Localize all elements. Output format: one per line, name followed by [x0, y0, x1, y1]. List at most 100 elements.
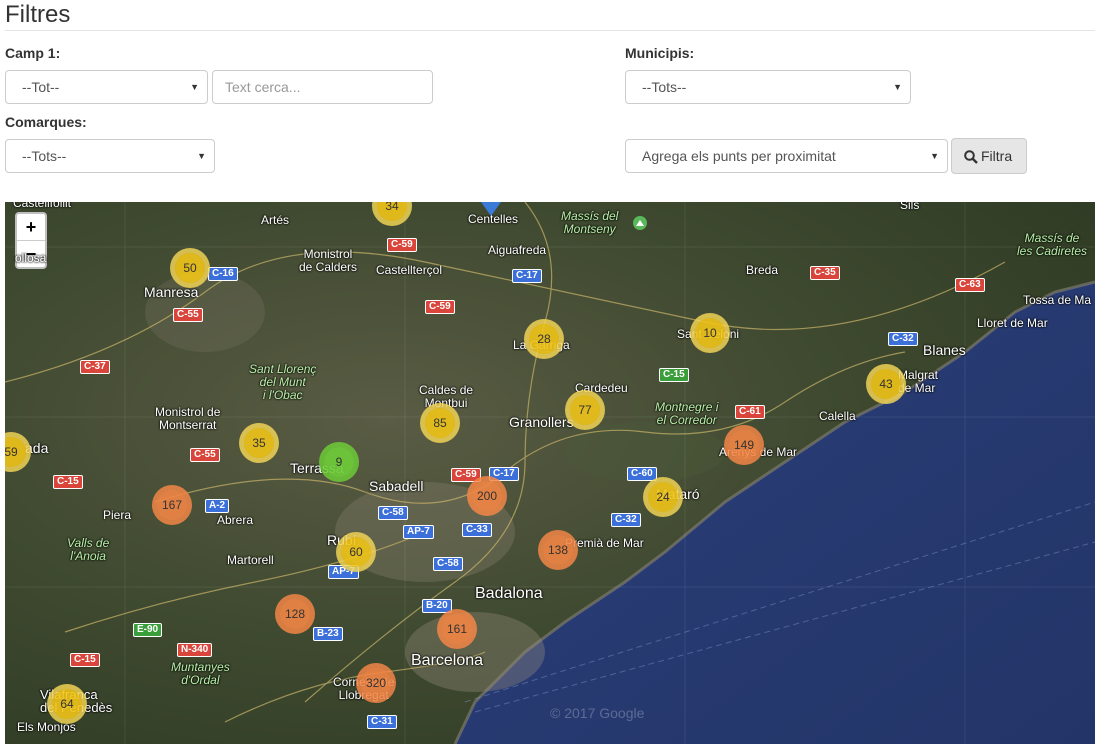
road-badge: B-23: [313, 627, 343, 641]
filter-button-label: Filtra: [981, 148, 1013, 164]
map-cluster-count: 28: [529, 324, 559, 354]
place-label: Badalona: [475, 585, 543, 602]
comarques-label: Comarques:: [5, 114, 87, 130]
road-badge: C-55: [173, 308, 203, 322]
map-cluster[interactable]: 167: [152, 485, 192, 525]
map-cluster[interactable]: 77: [565, 390, 605, 430]
place-label: Calella: [819, 409, 856, 423]
map-cluster-count: 10: [695, 318, 725, 348]
map-cluster-count: 64: [52, 689, 82, 719]
place-label: Granollers: [509, 414, 574, 430]
municipis-label: Municipis:: [625, 45, 695, 61]
place-label: Monistrol de Montserrat: [155, 405, 221, 432]
map-cluster[interactable]: 128: [275, 594, 315, 634]
place-label: Piera: [103, 508, 132, 522]
place-label: Lloret de Mar: [977, 316, 1048, 330]
place-label: Massís de les Cadiretes: [1017, 231, 1088, 258]
map-cluster-count: 200: [472, 481, 502, 511]
map-cluster-count: 149: [729, 430, 759, 460]
road-badge: C-31: [367, 715, 397, 729]
map-cluster-count: 138: [543, 535, 573, 565]
map-cluster-count: 43: [871, 369, 901, 399]
map-cluster[interactable]: 149: [724, 425, 764, 465]
map-cluster-count: 59: [5, 437, 26, 467]
map-cluster[interactable]: 64: [47, 684, 87, 724]
map-cluster[interactable]: 24: [643, 477, 683, 517]
place-label: Sabadell: [369, 478, 424, 494]
map-cluster[interactable]: 60: [336, 532, 376, 572]
camp1-select-value: --Tot--: [22, 79, 60, 95]
title-divider: [5, 30, 1095, 31]
place-label: Sils: [900, 202, 920, 212]
place-label: Martorell: [227, 553, 274, 567]
road-badge: C-17: [512, 269, 542, 283]
place-label: Tossa de Ma: [1023, 293, 1092, 307]
municipis-select[interactable]: --Tots-- ▼: [625, 70, 911, 104]
chevron-down-icon: ▼: [893, 82, 902, 92]
place-label: Massís del Montseny: [561, 209, 619, 236]
zoom-in-button[interactable]: +: [17, 214, 45, 240]
road-badge: C-15: [659, 368, 689, 382]
comarques-select-value: --Tots--: [22, 148, 67, 164]
map-cluster-count: 34: [377, 202, 407, 221]
map-cluster-count: 128: [280, 599, 310, 629]
chevron-down-icon: ▼: [190, 82, 199, 92]
map-watermark: © 2017 Google: [550, 705, 645, 721]
map-cluster-count: 167: [157, 490, 187, 520]
map-cluster[interactable]: 50: [170, 248, 210, 288]
place-label: Monistrol de Calders: [299, 247, 358, 274]
road-badge: C-33: [462, 523, 492, 537]
place-label: Aiguafreda: [488, 243, 547, 257]
map-cluster[interactable]: 43: [866, 364, 906, 404]
comarques-select[interactable]: --Tots-- ▼: [5, 139, 215, 173]
mountain-peak-icon: [633, 216, 647, 230]
map-marker-icon: [481, 202, 501, 216]
search-input[interactable]: Text cerca...: [212, 70, 433, 104]
place-label: ollosa: [15, 251, 47, 265]
filter-button[interactable]: Filtra: [951, 138, 1027, 174]
municipis-select-value: --Tots--: [642, 79, 687, 95]
place-label: Breda: [746, 263, 779, 277]
map-cluster[interactable]: 35: [239, 423, 279, 463]
map-cluster-count: 85: [425, 408, 455, 438]
road-badge: C-55: [190, 448, 220, 462]
chevron-down-icon: ▼: [930, 151, 939, 161]
road-badge: C-58: [433, 557, 463, 571]
road-badge: C-59: [425, 300, 455, 314]
road-badge: C-63: [955, 278, 985, 292]
road-badge: C-58: [378, 506, 408, 520]
road-badge: C-15: [70, 653, 100, 667]
map-cluster-count: 50: [175, 253, 205, 283]
place-label: Muntanyes d'Ordal: [171, 660, 230, 687]
road-badge: C-32: [888, 332, 918, 346]
map-cluster[interactable]: 161: [437, 609, 477, 649]
search-input-placeholder: Text cerca...: [225, 79, 301, 95]
map-cluster-count: 77: [570, 395, 600, 425]
camp1-select[interactable]: --Tot-- ▼: [5, 70, 208, 104]
road-badge: AP-7: [403, 525, 434, 539]
map-cluster[interactable]: 9: [319, 442, 359, 482]
map-cluster-count: 161: [442, 614, 472, 644]
place-label: Blanes: [923, 342, 966, 358]
map-cluster[interactable]: 320: [356, 663, 396, 703]
map-cluster[interactable]: 85: [420, 403, 460, 443]
aggregate-select-value: Agrega els punts per proximitat: [642, 148, 836, 164]
chevron-down-icon: ▼: [197, 151, 206, 161]
map-cluster[interactable]: 28: [524, 319, 564, 359]
road-badge: C-16: [208, 267, 238, 281]
place-label: Castellterçol: [376, 263, 443, 277]
road-badge: A-2: [205, 499, 230, 513]
place-label: Abrera: [217, 513, 254, 527]
map-cluster[interactable]: 138: [538, 530, 578, 570]
map-cluster[interactable]: 200: [467, 476, 507, 516]
road-badge: C-35: [810, 266, 840, 280]
place-label: Montnegre i el Corredor: [655, 400, 719, 427]
place-label: Castellfollit: [13, 202, 72, 210]
search-icon: [964, 150, 978, 164]
map[interactable]: + − Castellfollit Artés Centelles Massís…: [5, 202, 1095, 744]
map-cluster-count: 9: [324, 447, 354, 477]
road-badge: C-61: [735, 405, 765, 419]
map-cluster[interactable]: 10: [690, 313, 730, 353]
place-label: Valls de l'Anoia: [67, 536, 110, 563]
aggregate-select[interactable]: Agrega els punts per proximitat ▼: [625, 139, 948, 173]
